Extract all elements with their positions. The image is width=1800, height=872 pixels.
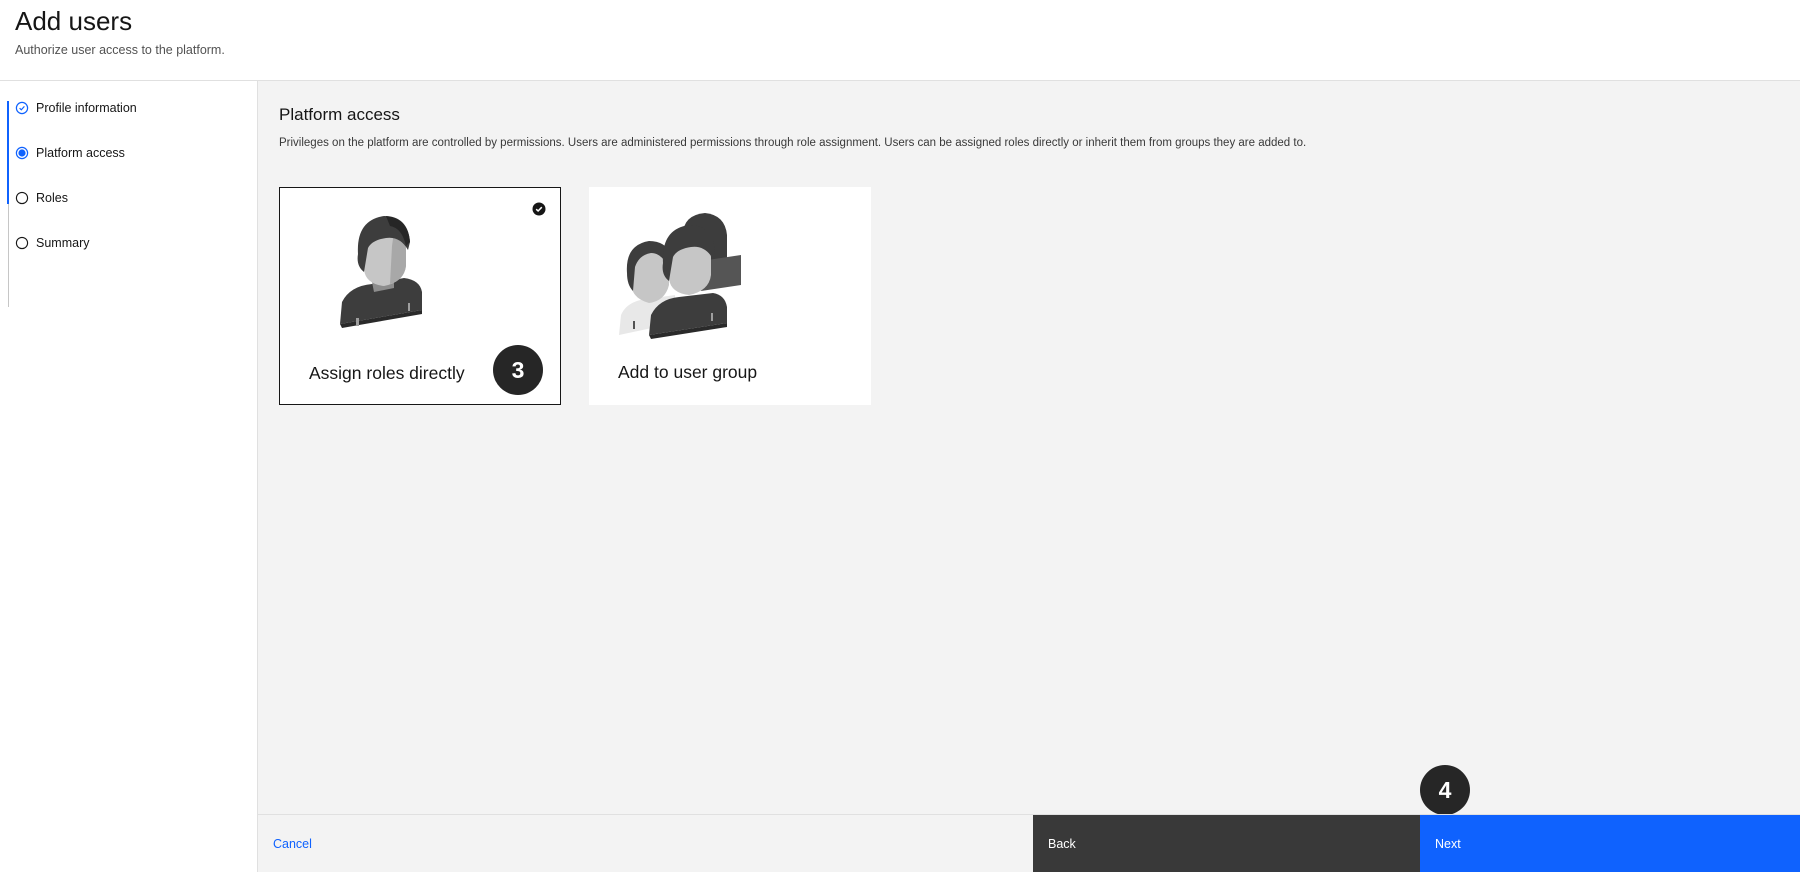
footer-actions: Cancel Back Next — [258, 814, 1800, 872]
section-description: Privileges on the platform are controlle… — [279, 137, 1307, 149]
checkmark-filled-icon — [532, 202, 546, 216]
step-summary[interactable]: Summary — [15, 231, 89, 255]
step-marker-3: 3 — [493, 345, 543, 395]
step-roles[interactable]: Roles — [15, 186, 68, 210]
filled-circle-icon — [15, 146, 29, 160]
step-platform-access[interactable]: Platform access — [15, 141, 125, 165]
page-header: Add users Authorize user access to the p… — [0, 0, 1800, 81]
add-to-user-group-tile[interactable]: Add to user group — [589, 187, 871, 405]
next-button[interactable]: Next — [1420, 815, 1800, 872]
checkmark-circle-icon — [15, 101, 29, 115]
empty-circle-icon — [15, 191, 29, 205]
section-title: Platform access — [279, 105, 400, 124]
tile-label: Add to user group — [618, 362, 758, 382]
tile-label: Assign roles directly — [309, 363, 465, 383]
main-content: Platform access Privileges on the platfo… — [258, 81, 1800, 815]
step-label: Roles — [36, 191, 68, 205]
step-label: Profile information — [36, 101, 137, 115]
user-group-icon — [617, 205, 777, 350]
cancel-button[interactable]: Cancel — [273, 837, 312, 851]
progress-track-active — [7, 101, 9, 204]
back-button[interactable]: Back — [1033, 815, 1420, 872]
step-label: Platform access — [36, 146, 125, 160]
step-label: Summary — [36, 236, 90, 250]
single-user-icon — [320, 206, 480, 351]
page-title: Add users — [15, 6, 133, 36]
step-marker-4: 4 — [1420, 765, 1470, 815]
step-profile-information[interactable]: Profile information — [15, 96, 137, 120]
progress-indicator: Profile information Platform access Role… — [0, 81, 258, 872]
empty-circle-icon — [15, 236, 29, 250]
page-subtitle: Authorize user access to the platform. — [15, 43, 225, 57]
